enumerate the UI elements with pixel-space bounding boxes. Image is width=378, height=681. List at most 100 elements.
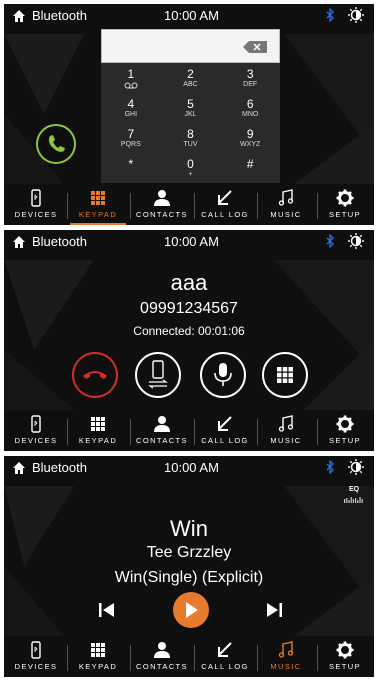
- nav-divider: [257, 193, 258, 219]
- phone-transfer-icon: [148, 360, 168, 389]
- call-log-icon: [218, 642, 232, 657]
- music-icon: [278, 641, 294, 658]
- nav-divider: [317, 193, 318, 219]
- nav-divider: [194, 419, 195, 445]
- app-title: Bluetooth: [32, 460, 87, 475]
- nav-divider: [317, 419, 318, 445]
- nav-call-log[interactable]: CALL LOG: [196, 411, 254, 451]
- status-bar: Bluetooth 10:00 AM: [4, 230, 374, 256]
- bottom-nav: DEVICES KEYPAD CONTACTS CALL LOG MUSIC S…: [4, 185, 374, 225]
- nav-contacts[interactable]: CONTACTS: [132, 185, 192, 225]
- nav-setup[interactable]: SETUP: [320, 411, 370, 451]
- key-hash[interactable]: #: [220, 153, 280, 183]
- nav-divider: [130, 193, 131, 219]
- call-button[interactable]: [36, 124, 76, 164]
- key-1[interactable]: 1: [101, 63, 161, 93]
- clock: 10:00 AM: [164, 460, 219, 475]
- nav-call-log[interactable]: CALL LOG: [196, 185, 254, 225]
- nav-call-log[interactable]: CALL LOG: [196, 637, 254, 677]
- nav-contacts[interactable]: CONTACTS: [132, 411, 192, 451]
- bluetooth-icon: [326, 460, 334, 474]
- active-tab-indicator: [70, 223, 126, 225]
- nav-setup[interactable]: SETUP: [320, 637, 370, 677]
- eq-button[interactable]: EQ: [342, 486, 366, 506]
- key-8[interactable]: 8 TUV: [161, 123, 221, 153]
- devices-icon: [31, 415, 41, 433]
- app-title: Bluetooth: [32, 234, 87, 249]
- dial-number-field[interactable]: [101, 29, 280, 63]
- clock: 10:00 AM: [164, 234, 219, 249]
- keypad-icon: [91, 191, 105, 205]
- clock: 10:00 AM: [164, 8, 219, 23]
- nav-divider: [67, 419, 68, 445]
- nav-divider: [194, 645, 195, 671]
- home-icon[interactable]: [12, 235, 26, 249]
- call-log-icon: [218, 416, 232, 431]
- nav-keypad[interactable]: KEYPAD: [70, 411, 126, 451]
- nav-devices[interactable]: DEVICES: [8, 637, 64, 677]
- hang-up-icon: [83, 371, 107, 379]
- nav-divider: [67, 193, 68, 219]
- app-title: Bluetooth: [32, 8, 87, 23]
- home-icon[interactable]: [12, 9, 26, 23]
- gear-icon: [336, 189, 354, 207]
- gear-icon: [336, 641, 354, 659]
- backspace-icon[interactable]: [243, 41, 267, 53]
- show-keypad-button[interactable]: [262, 352, 308, 398]
- phone-icon: [48, 135, 65, 152]
- play-icon: [186, 602, 198, 618]
- status-bar: Bluetooth 10:00 AM: [4, 4, 374, 30]
- play-button[interactable]: [173, 592, 209, 628]
- home-icon[interactable]: [12, 461, 26, 475]
- key-7[interactable]: 7 PQRS: [101, 123, 161, 153]
- nav-divider: [257, 645, 258, 671]
- nav-music[interactable]: MUSIC: [260, 185, 312, 225]
- key-3[interactable]: 3 DEF: [220, 63, 280, 93]
- nav-divider: [130, 419, 131, 445]
- track-artist: Tee Grzzley: [146, 544, 232, 561]
- transfer-audio-button[interactable]: [135, 352, 181, 398]
- nav-devices[interactable]: DEVICES: [8, 411, 64, 451]
- brightness-icon[interactable]: [348, 459, 364, 475]
- voicemail-icon: [124, 82, 138, 88]
- key-5[interactable]: 5 JKL: [161, 93, 221, 123]
- devices-icon: [31, 641, 41, 659]
- keypad-icon: [91, 643, 105, 657]
- nav-divider: [130, 645, 131, 671]
- previous-track-icon[interactable]: [97, 601, 117, 619]
- dial-keypad: 1 2 ABC 3 DEF 4 GHI 5 JKL 6 MNO 7 PQRS 8 TUV 9W…: [101, 63, 280, 183]
- bottom-nav: DEVICES KEYPAD CONTACTS CALL LOG MUSIC S…: [4, 411, 374, 451]
- nav-divider: [67, 645, 68, 671]
- nav-keypad[interactable]: KEYPAD: [70, 637, 126, 677]
- status-bar: Bluetooth 10:00 AM: [4, 456, 374, 482]
- keypad-icon: [277, 367, 293, 383]
- key-2[interactable]: 2 ABC: [161, 63, 221, 93]
- nav-devices[interactable]: DEVICES: [8, 185, 64, 225]
- eq-label: EQ: [348, 486, 360, 493]
- brightness-icon[interactable]: [348, 233, 364, 249]
- microphone-icon: [214, 363, 232, 386]
- nav-contacts[interactable]: CONTACTS: [132, 637, 192, 677]
- key-4[interactable]: 4 GHI: [101, 93, 161, 123]
- next-track-icon[interactable]: [264, 601, 284, 619]
- key-star[interactable]: *: [101, 153, 161, 183]
- call-duration: Connected: 00:01:06: [133, 324, 245, 338]
- nav-keypad[interactable]: KEYPAD: [70, 185, 126, 225]
- nav-divider: [194, 193, 195, 219]
- in-call-screen: Bluetooth 10:00 AM aaa 09991234567 Conne…: [4, 230, 374, 451]
- music-screen: Bluetooth 10:00 AM EQ Win Tee Grzzley Wi…: [4, 456, 374, 677]
- keypad-screen: Bluetooth 10:00 AM 1 2 ABC 3 DEF 4 GHI 5 JKL…: [4, 4, 374, 225]
- nav-setup[interactable]: SETUP: [320, 185, 370, 225]
- end-call-button[interactable]: [72, 352, 118, 398]
- key-6[interactable]: 6 MNO: [220, 93, 280, 123]
- gear-icon: [336, 415, 354, 433]
- key-0[interactable]: 0 +: [161, 153, 221, 183]
- call-log-icon: [218, 190, 232, 205]
- nav-divider: [257, 419, 258, 445]
- nav-music[interactable]: MUSIC: [260, 411, 312, 451]
- key-9[interactable]: 9 WXYZ: [220, 123, 280, 153]
- bottom-nav: DEVICES KEYPAD CONTACTS CALL LOG MUSIC S…: [4, 637, 374, 677]
- brightness-icon[interactable]: [348, 7, 364, 23]
- nav-music[interactable]: MUSIC: [260, 637, 312, 677]
- mute-button[interactable]: [200, 352, 246, 398]
